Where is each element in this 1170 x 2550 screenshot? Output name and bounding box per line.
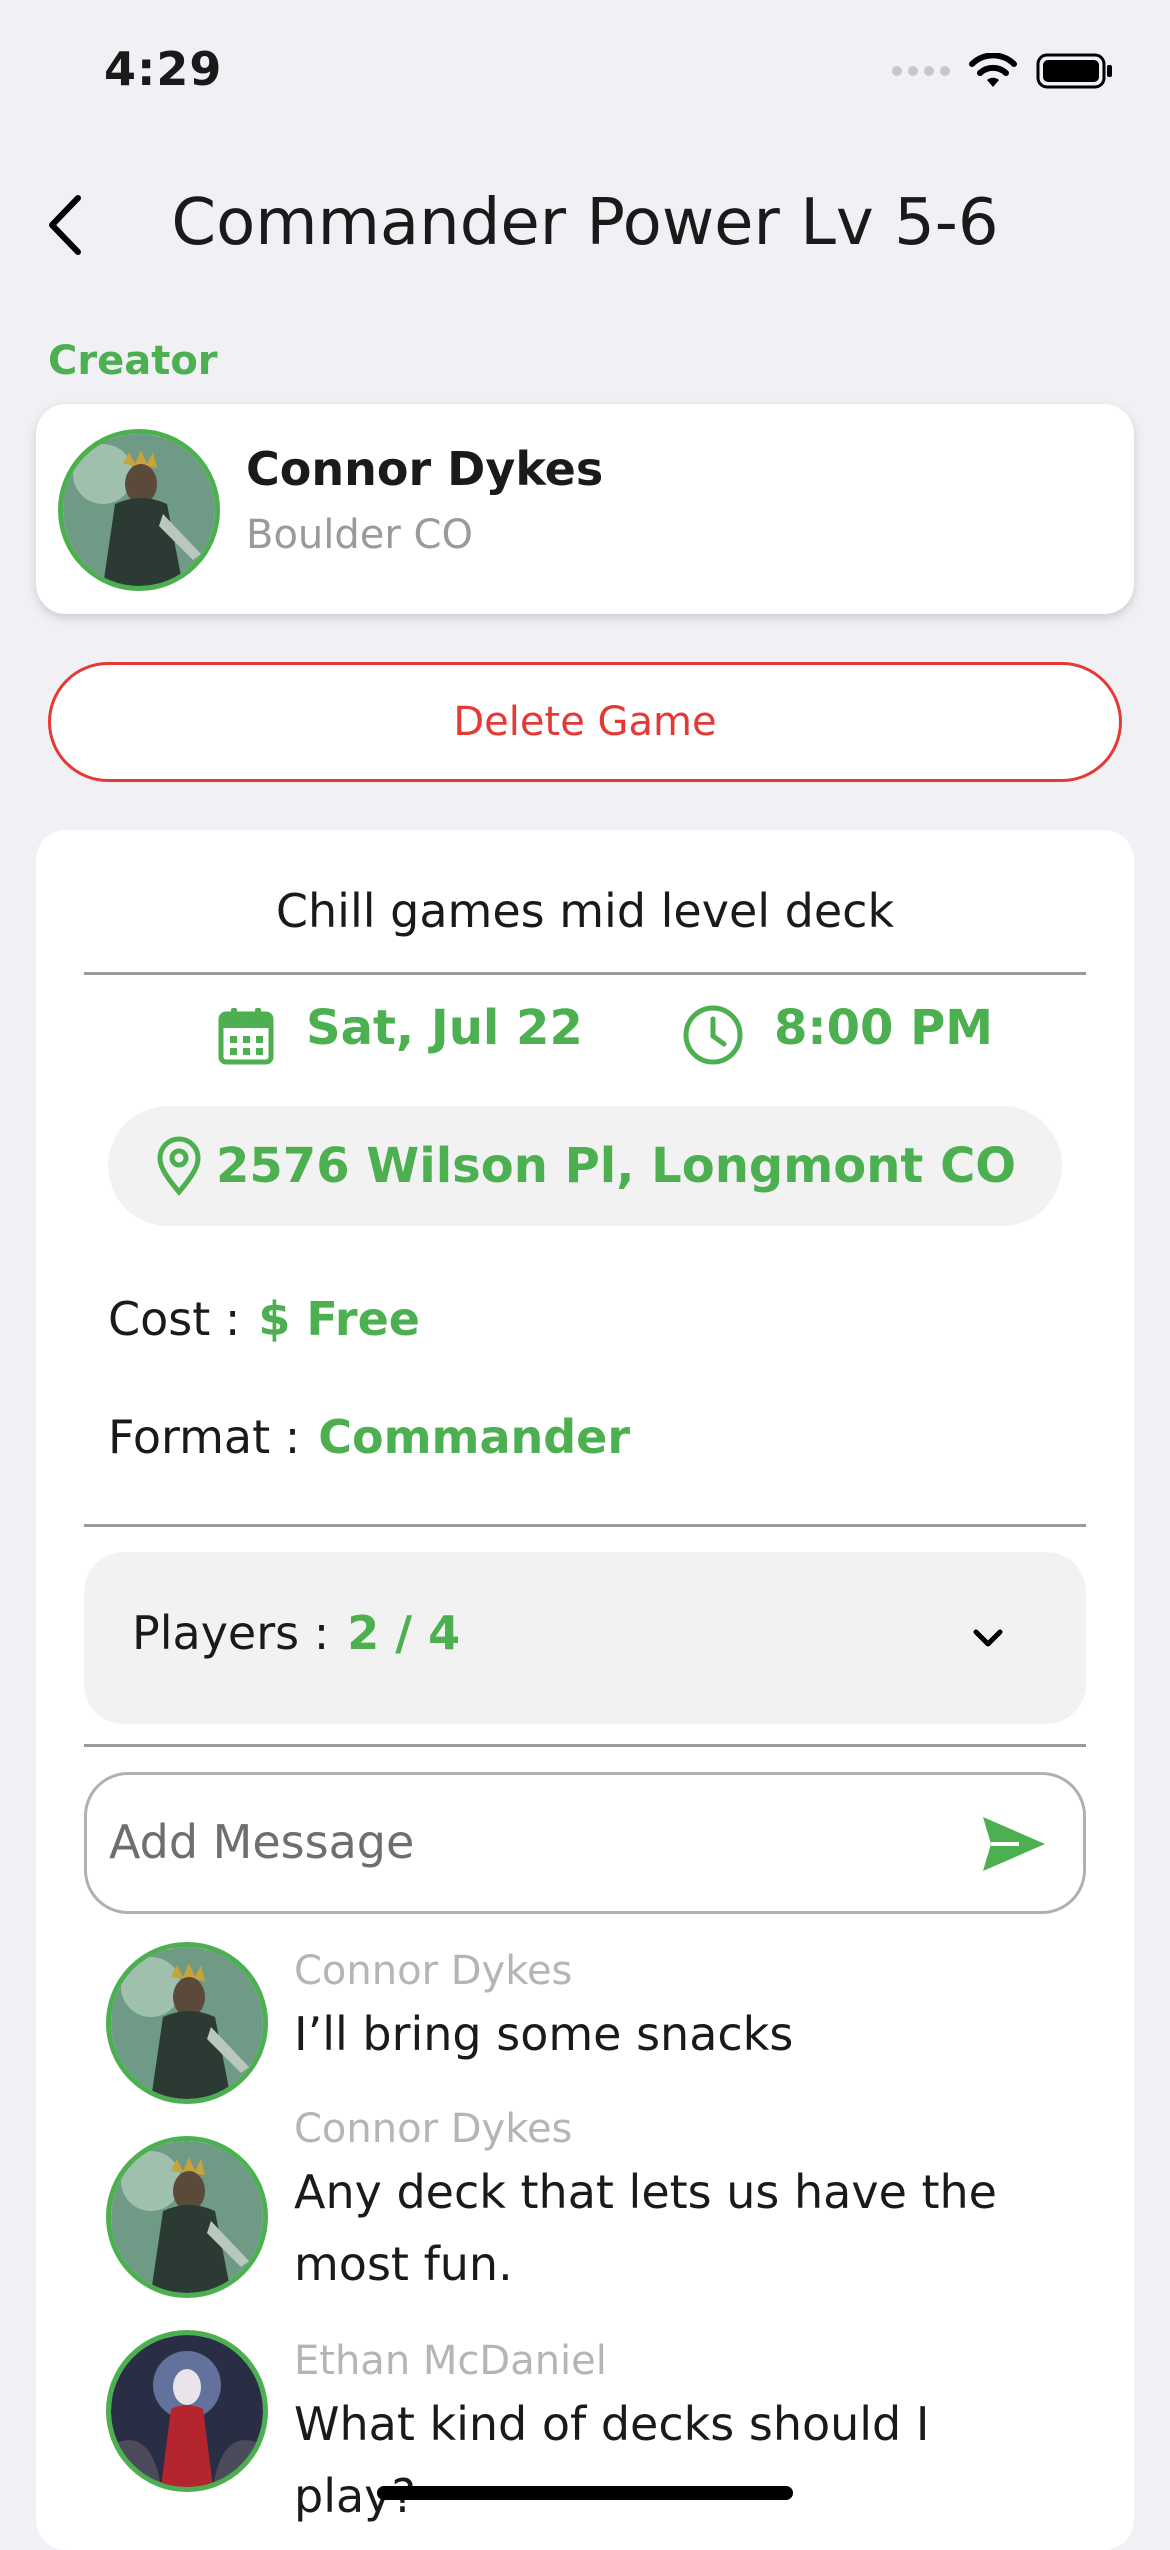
status-icons <box>892 52 1114 90</box>
page-title: Commander Power Lv 5-6 <box>171 186 999 260</box>
home-indicator[interactable] <box>377 2486 793 2500</box>
creator-section-label: Creator <box>48 338 218 384</box>
message-avatar <box>106 2330 268 2492</box>
message-text: Any deck that lets us have the most fun. <box>294 2165 997 2291</box>
game-description: Chill games mid level deck <box>275 884 895 938</box>
calendar-icon <box>218 1008 274 1065</box>
game-details-card: Chill games mid level deck Sat, Jul 22 8… <box>36 830 1134 2550</box>
game-time: 8:00 PM <box>774 1000 994 1056</box>
message-avatar <box>106 1942 268 2104</box>
game-address: 2576 Wilson Pl, Longmont CO <box>216 1138 1017 1194</box>
battery-icon <box>1036 53 1112 89</box>
players-row: Players : 2 / 4 <box>132 1606 460 1660</box>
status-time: 4:29 <box>104 42 223 96</box>
message-placeholder: Add Message <box>109 1815 415 1869</box>
wifi-icon <box>969 53 1017 87</box>
cost-value: $ Free <box>258 1292 420 1346</box>
message-text: What kind of decks should I play? <box>294 2397 930 2523</box>
delete-game-button[interactable]: Delete Game <box>48 662 1122 782</box>
message-author: Connor Dykes <box>294 1948 573 1994</box>
players-label: Players : <box>132 1606 330 1660</box>
format-row: Format : Commander <box>108 1410 630 1464</box>
send-icon[interactable] <box>979 1813 1049 1875</box>
message-author: Ethan McDaniel <box>294 2338 607 2384</box>
game-date: Sat, Jul 22 <box>306 1000 583 1056</box>
cost-row: Cost : $ Free <box>108 1292 420 1346</box>
address-pill[interactable]: 2576 Wilson Pl, Longmont CO <box>108 1106 1062 1226</box>
creator-name: Connor Dykes <box>246 442 604 496</box>
format-value: Commander <box>318 1410 631 1464</box>
signal-icon <box>892 66 950 76</box>
message-author: Connor Dykes <box>294 2106 573 2152</box>
divider <box>84 972 1086 975</box>
date-time-row: Sat, Jul 22 8:00 PM <box>36 1000 1134 1070</box>
cost-label: Cost : <box>108 1292 241 1346</box>
location-pin-icon <box>157 1136 201 1196</box>
clock-icon <box>683 1005 743 1065</box>
message-input[interactable]: Add Message <box>84 1772 1086 1914</box>
players-count: 2 / 4 <box>347 1606 461 1660</box>
creator-avatar <box>58 429 220 591</box>
divider <box>84 1744 1086 1747</box>
creator-location: Boulder CO <box>246 512 473 558</box>
format-label: Format : <box>108 1410 301 1464</box>
divider <box>84 1524 1086 1527</box>
message-avatar <box>106 2136 268 2298</box>
message-text: I’ll bring some snacks <box>294 2007 794 2061</box>
creator-card[interactable]: Connor Dykes Boulder CO <box>36 404 1134 614</box>
chevron-down-icon[interactable] <box>966 1616 1010 1660</box>
players-dropdown[interactable]: Players : 2 / 4 <box>84 1552 1086 1724</box>
